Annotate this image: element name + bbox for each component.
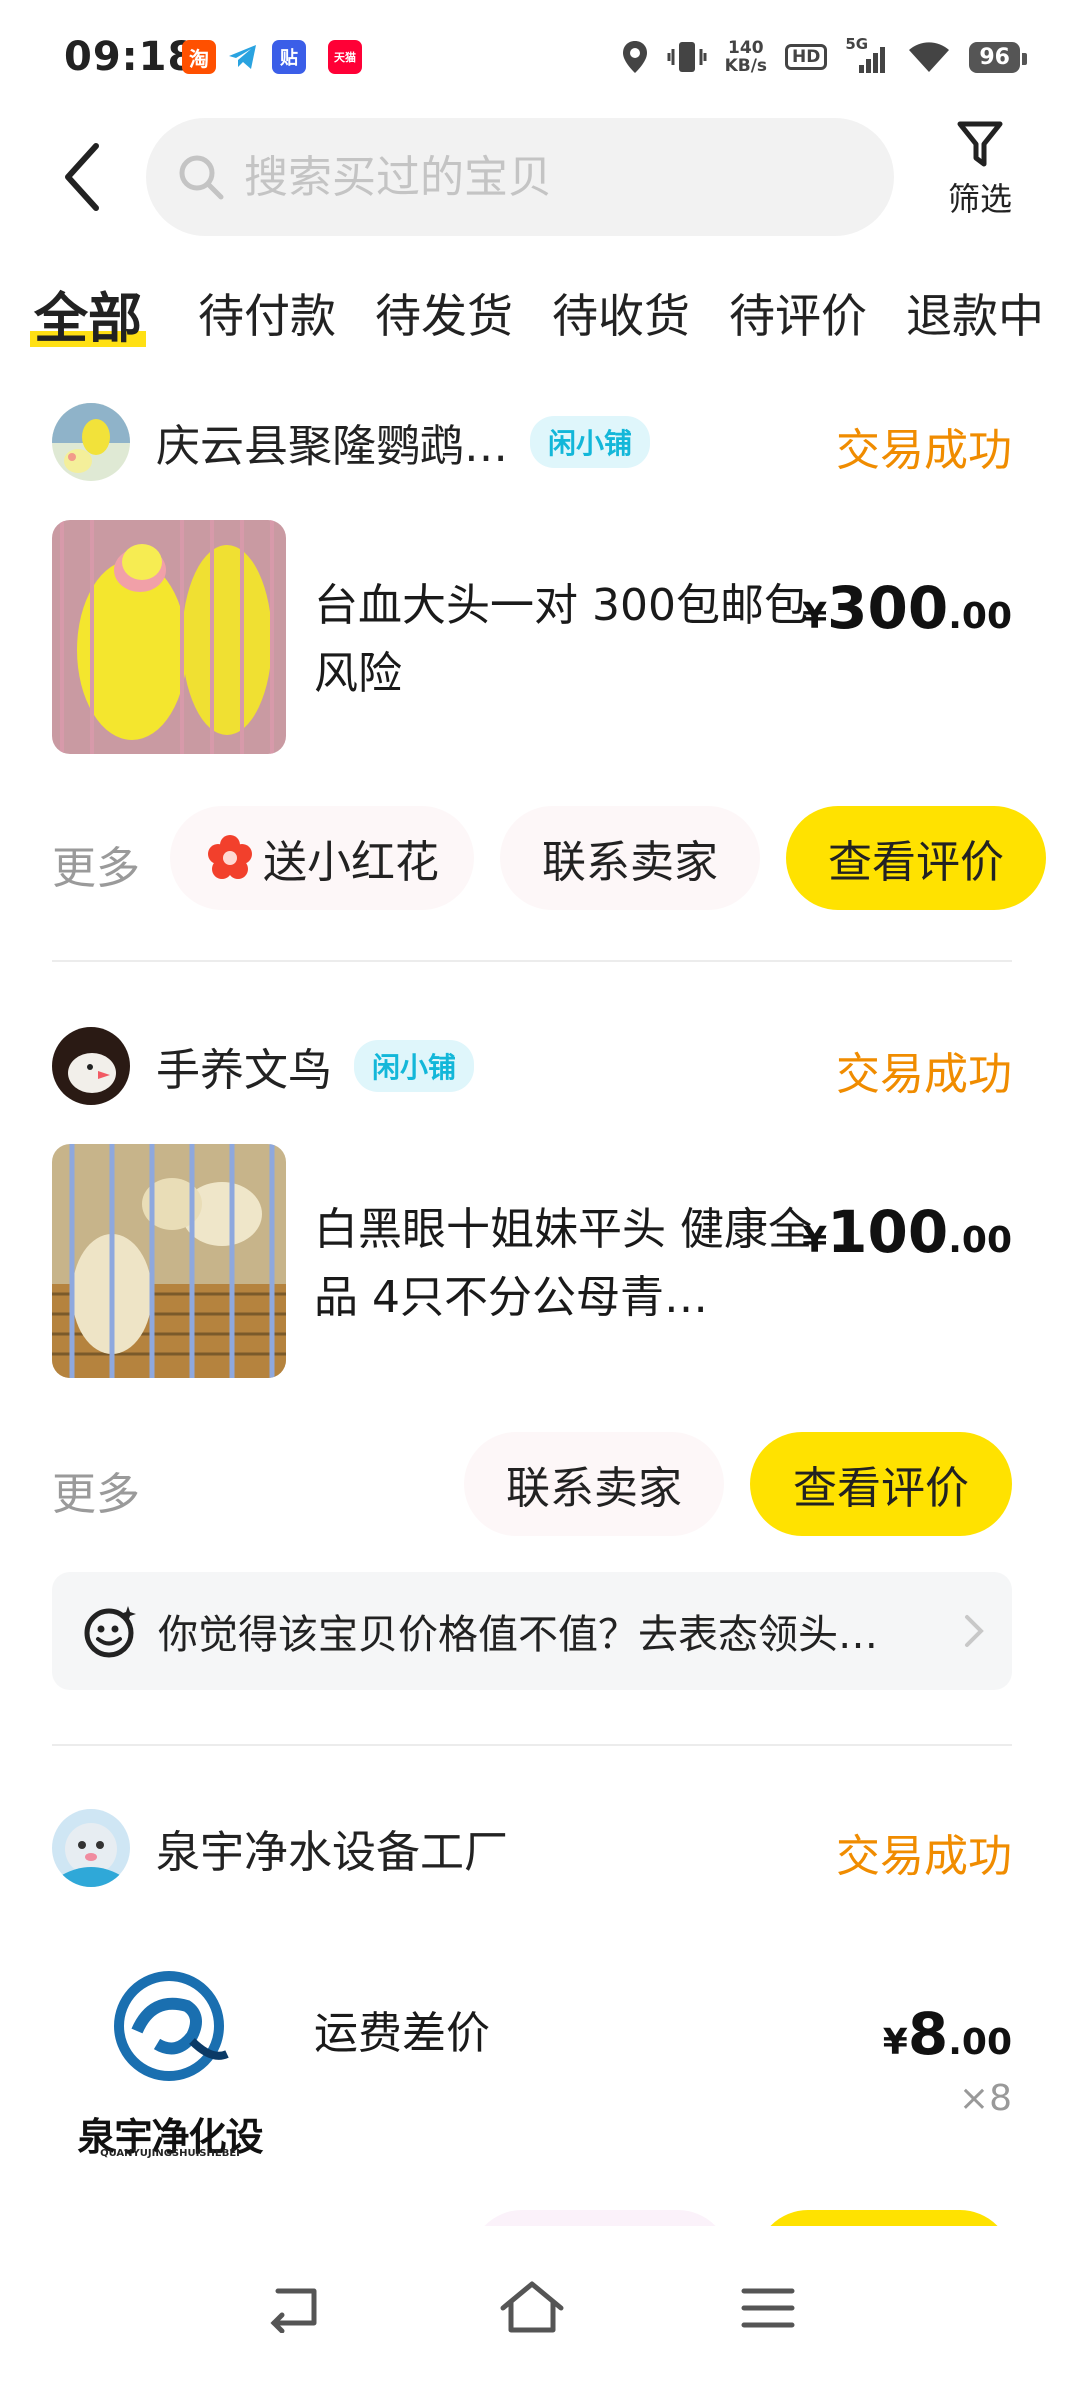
shop-avatar <box>52 1809 130 1887</box>
product-price: ¥8.00 <box>883 2000 1012 2068</box>
price-integer: 300 <box>827 574 949 642</box>
location-icon <box>622 41 647 73</box>
price-integer: 100 <box>827 1198 949 1266</box>
product-price: ¥300.00 <box>802 574 1012 642</box>
back-button[interactable] <box>50 132 114 222</box>
tab-refunding[interactable]: 退款中 <box>906 280 1044 346</box>
status-indicators: 140 KB/s HD 5G 96 <box>621 30 1027 84</box>
telegram-app-icon <box>226 40 260 74</box>
shop-avatar <box>52 403 130 481</box>
price-decimal: .00 <box>948 1220 1012 1261</box>
search-icon <box>179 155 224 200</box>
price-currency: ¥ <box>802 596 828 637</box>
order-card[interactable]: 手养文鸟 闲小铺 交易成功 白黑眼十姐妹平头 健康全品 4只不分公母青… ¥10… <box>0 1024 1080 1704</box>
divider <box>52 1744 1012 1746</box>
tmall-app-icon: 天猫 <box>328 40 362 74</box>
nav-back-icon <box>270 2288 317 2333</box>
filter-label: 筛选 <box>947 180 1012 218</box>
send-flower-label: 送小红花 <box>263 837 439 888</box>
nav-menu-button[interactable] <box>728 2268 808 2348</box>
product-title[interactable]: 白黑眼十姐妹平头 健康全品 4只不分公母青… <box>314 1196 814 1332</box>
menu-icon <box>741 2288 795 2328</box>
shop-avatar <box>52 1027 130 1105</box>
order-status: 交易成功 <box>836 1831 1012 1882</box>
partial-pill-light <box>470 2210 730 2226</box>
product-title[interactable]: 运费差价 <box>314 2000 814 2068</box>
network-speed-unit: KB/s <box>724 56 768 76</box>
send-flower-button[interactable]: 送小红花 <box>170 806 474 910</box>
shop-row[interactable]: 庆云县聚隆鹦鹉… 闲小铺 交易成功 <box>52 400 1012 484</box>
logo-subtext: QUANYUJINGSHUISHEBEI <box>100 2148 240 2159</box>
product-thumbnail[interactable] <box>52 1144 286 1378</box>
price-decimal: .00 <box>948 596 1012 637</box>
tab-all[interactable]: 全部 <box>30 274 146 353</box>
network-speed-value: 140 <box>728 38 764 58</box>
cell-signal-icon: 5G <box>845 35 889 75</box>
status-bar: 09:18 淘 贴 天猫 140 KB/s HD 5G 96 <box>0 0 1080 110</box>
product-quantity: ×8 <box>958 2078 1012 2119</box>
price-decimal: .00 <box>948 2022 1012 2063</box>
price-integer: 8 <box>907 2000 949 2068</box>
filter-icon <box>957 121 1003 167</box>
more-actions-button[interactable]: 更多 <box>52 1458 140 1522</box>
shop-name: 泉宇净水设备工厂 <box>156 1827 508 1878</box>
chevron-left-icon <box>65 143 99 211</box>
prompt-text: 你觉得该宝贝价格值不值？去表态领头… <box>158 1612 878 1658</box>
hd-badge: HD <box>785 44 828 70</box>
taobao-app-icon: 淘 <box>182 40 216 74</box>
system-nav-bar <box>0 2228 1080 2388</box>
tab-pending-payment[interactable]: 待付款 <box>198 280 336 346</box>
status-time: 09:18 <box>64 34 197 80</box>
filter-button[interactable]: 筛选 <box>930 118 1030 238</box>
product-price: ¥100.00 <box>802 1198 1012 1266</box>
product-thumbnail[interactable]: 泉宇净化设备 QUANYUJINGSHUISHEBEI <box>52 1936 286 2170</box>
shop-badge: 闲小铺 <box>530 416 651 468</box>
tab-pending-receipt[interactable]: 待收货 <box>552 280 690 346</box>
nav-back-button[interactable] <box>256 2268 336 2348</box>
view-review-button[interactable]: 查看评价 <box>786 806 1046 910</box>
nav-home-button[interactable] <box>492 2268 572 2348</box>
order-card[interactable]: 庆云县聚隆鹦鹉… 闲小铺 交易成功 台血大头一对 300包邮包风险 ¥300.0… <box>0 400 1080 960</box>
contact-seller-button[interactable]: 联系卖家 <box>464 1432 724 1536</box>
network-speed: 140 KB/s <box>725 39 767 75</box>
home-icon <box>500 2281 564 2333</box>
search-input[interactable] <box>244 151 804 203</box>
smiley-icon <box>84 1606 136 1658</box>
shop-row[interactable]: 手养文鸟 闲小铺 交易成功 <box>52 1024 1012 1108</box>
chevron-right-icon <box>965 1615 984 1647</box>
shop-name: 手养文鸟 <box>156 1045 332 1096</box>
product-thumbnail[interactable] <box>52 520 286 754</box>
logo-text: 泉宇净化设备 <box>77 2115 263 2159</box>
vibrate-icon <box>667 42 707 72</box>
price-currency: ¥ <box>802 1220 828 1261</box>
partial-pill-yellow <box>756 2210 1012 2226</box>
battery-indicator: 96 <box>969 41 1027 73</box>
order-card[interactable]: 泉宇净水设备工厂 交易成功 泉宇净化设备 QUANYUJINGSHUISHEBE… <box>0 1806 1080 2226</box>
order-status-tabs: 全部 待付款 待发货 待收货 待评价 退款中 <box>0 280 1080 360</box>
divider <box>52 960 1012 962</box>
contact-seller-button[interactable]: 联系卖家 <box>500 806 760 910</box>
flower-icon <box>208 835 252 879</box>
order-status: 交易成功 <box>836 1049 1012 1100</box>
shop-name: 庆云县聚隆鹦鹉… <box>156 421 508 472</box>
tab-label: 全部 <box>34 287 142 350</box>
tieba-app-icon: 贴 <box>272 40 306 74</box>
search-bar[interactable] <box>146 118 894 236</box>
order-status: 交易成功 <box>836 425 1012 476</box>
more-actions-button[interactable]: 更多 <box>52 832 140 896</box>
tab-pending-shipment[interactable]: 待发货 <box>375 280 513 346</box>
price-feedback-prompt[interactable]: 你觉得该宝贝价格值不值？去表态领头… <box>52 1572 1012 1690</box>
price-currency: ¥ <box>882 2022 908 2063</box>
view-review-button[interactable]: 查看评价 <box>750 1432 1012 1536</box>
shop-row[interactable]: 泉宇净水设备工厂 交易成功 <box>52 1806 1012 1890</box>
tab-pending-review[interactable]: 待评价 <box>729 280 867 346</box>
shop-badge: 闲小铺 <box>354 1040 475 1092</box>
product-title[interactable]: 台血大头一对 300包邮包风险 <box>314 572 814 708</box>
wifi-icon <box>909 42 950 72</box>
